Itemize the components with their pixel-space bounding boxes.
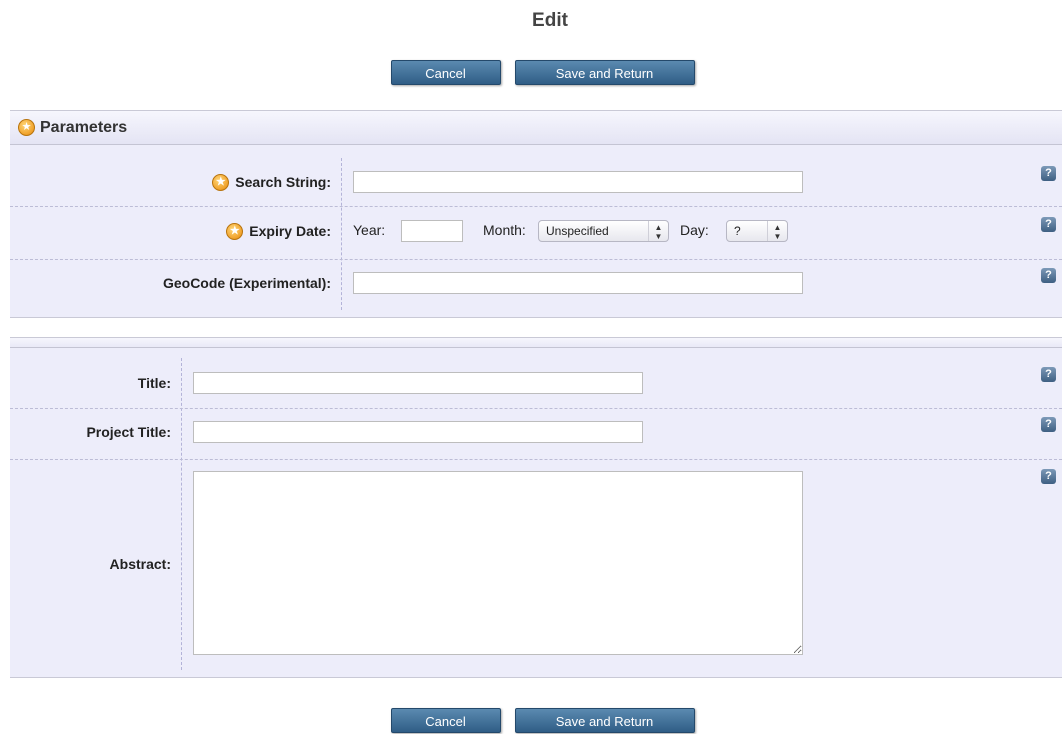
row-divider [10,408,1062,409]
geocode-input[interactable] [353,272,803,294]
month-select[interactable]: Unspecified ▲ ▼ [538,220,669,242]
abstract-label: Abstract: [109,556,171,572]
title-label: Title: [137,375,171,391]
cancel-button[interactable]: Cancel [390,60,501,85]
page-title: Edit [532,10,568,31]
star-icon [18,119,35,136]
help-icon[interactable]: ? [1041,166,1056,181]
parameters-title: Parameters [40,118,128,136]
bottom-button-row: Cancel Save and Return [0,708,1062,733]
details-panel: Title: ? Project Title: ? Abstract: ? [10,337,1062,678]
required-star-icon [212,173,230,191]
row-divider [10,459,1062,460]
help-icon[interactable]: ? [1041,217,1056,232]
parameters-panel: Parameters Search String: ? Expiry Date:… [10,110,1062,318]
save-and-return-button[interactable]: Save and Return [514,60,695,85]
year-input[interactable] [401,220,463,242]
search-string-label: Search String: [10,170,331,194]
project-title-input[interactable] [193,421,643,443]
details-header-strip [10,338,1062,348]
column-divider [181,358,182,670]
help-icon[interactable]: ? [1041,367,1056,382]
required-star-icon [226,222,244,240]
help-icon[interactable]: ? [1041,417,1056,432]
day-select[interactable]: ? ▲ ▼ [726,220,788,242]
project-title-label: Project Title: [86,424,171,440]
help-icon[interactable]: ? [1041,268,1056,283]
search-string-input[interactable] [353,171,803,193]
cancel-button[interactable]: Cancel [390,708,501,733]
top-button-row: Cancel Save and Return [0,60,1062,85]
abstract-textarea[interactable] [193,471,803,655]
row-divider [10,259,1062,260]
save-and-return-button[interactable]: Save and Return [514,708,695,733]
parameters-header: Parameters [10,111,1062,145]
year-label: Year: [353,222,386,238]
month-select-value: Unspecified [546,224,609,238]
select-arrows-icon: ▲ ▼ [767,221,787,241]
geocode-label: GeoCode (Experimental): [162,275,331,291]
column-divider [341,158,342,310]
day-select-value: ? [734,224,741,238]
expiry-date-label-text: Expiry Date: [249,223,331,239]
search-string-label-text: Search String: [235,174,331,190]
month-label: Month: [483,222,526,238]
help-icon[interactable]: ? [1041,469,1056,484]
select-arrows-icon: ▲ ▼ [648,221,668,241]
title-input[interactable] [193,372,643,394]
day-label: Day: [680,222,709,238]
row-divider [10,206,1062,207]
expiry-date-label: Expiry Date: [10,219,331,243]
